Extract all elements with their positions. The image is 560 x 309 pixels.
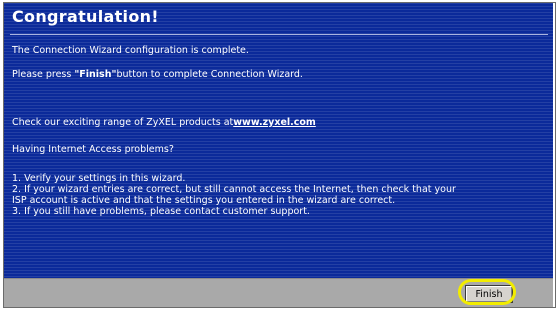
finish-button[interactable]: Finish — [465, 285, 513, 303]
complete-message: The Connection Wizard configuration is c… — [12, 45, 249, 56]
step-line: 1. Verify your settings in this wizard. — [12, 173, 186, 184]
step-line: 3. If you still have problems, please co… — [12, 206, 310, 217]
check-products-line: Check our exciting range of ZyXEL produc… — [12, 117, 316, 128]
press-prefix: Please press — [12, 69, 75, 80]
website-link[interactable]: www.zyxel.com — [233, 117, 316, 128]
step-line: 2. If your wizard entries are correct, b… — [12, 184, 456, 195]
press-button-name: "Finish" — [74, 69, 117, 80]
press-suffix: button to complete Connection Wizard. — [116, 69, 303, 80]
wizard-panel: Congratulation! The Connection Wizard co… — [4, 3, 553, 278]
check-prefix: Check our exciting range of ZyXEL produc… — [12, 117, 234, 128]
problems-heading: Having Internet Access problems? — [12, 144, 174, 155]
step-line: ISP account is active and that the setti… — [12, 195, 396, 206]
page-title: Congratulation! — [12, 7, 159, 26]
press-finish-instruction: Please press "Finish"button to complete … — [12, 69, 303, 80]
title-divider — [10, 34, 548, 35]
